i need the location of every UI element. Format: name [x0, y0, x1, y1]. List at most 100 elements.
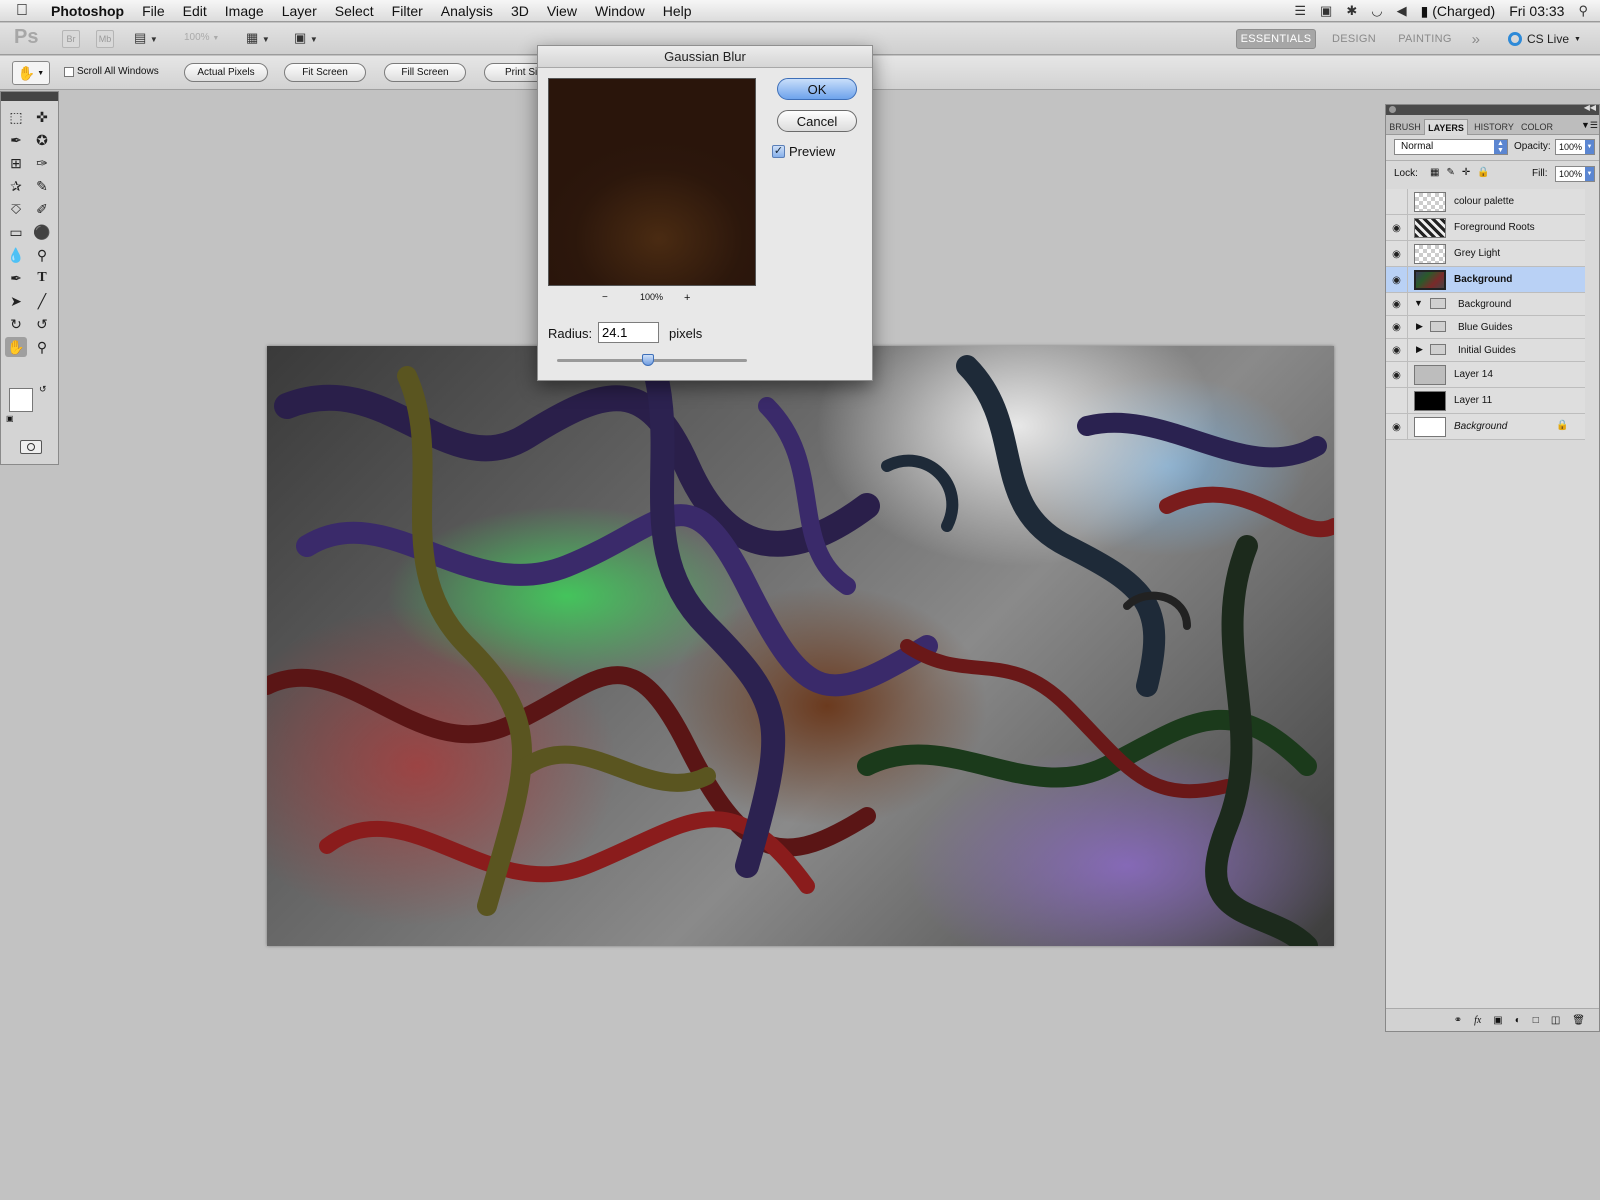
preview-zoom-out-button[interactable]: −	[602, 292, 608, 303]
actual-pixels-button[interactable]: Actual Pixels	[184, 63, 268, 82]
move-tool-icon[interactable]: ✜	[31, 107, 53, 127]
magic-wand-tool-icon[interactable]: ✪	[31, 130, 53, 150]
opacity-input[interactable]: 100% ▼	[1555, 139, 1595, 155]
type-tool-icon[interactable]: T	[31, 268, 53, 288]
bridge-button[interactable]: Br	[62, 30, 80, 48]
view-extras-menu[interactable]: ▤ ▼	[134, 30, 166, 48]
layer-visibility-toggle[interactable]: ◉	[1386, 293, 1408, 316]
layer-row[interactable]: Layer 11	[1386, 388, 1585, 414]
dialog-title[interactable]: Gaussian Blur	[538, 46, 872, 68]
eraser-tool-icon[interactable]: ▭	[5, 222, 27, 242]
tools-panel-header[interactable]	[1, 92, 58, 101]
menu-image[interactable]: Image	[216, 3, 273, 19]
ok-button[interactable]: OK	[777, 78, 857, 100]
tab-color[interactable]: COLOR	[1516, 119, 1558, 135]
blend-mode-select[interactable]: Normal ▲ ▼	[1394, 139, 1508, 155]
zoom-tool-icon[interactable]: ⚲	[31, 337, 53, 357]
dodge-tool-icon[interactable]: ⚲	[31, 245, 53, 265]
clock[interactable]: Fri 03:33	[1509, 3, 1564, 19]
blur-tool-icon[interactable]: 💧	[5, 245, 27, 265]
add-mask-icon[interactable]: ▣	[1493, 1015, 1502, 1026]
bluetooth-icon[interactable]: ✱	[1346, 3, 1357, 19]
group-collapsed-arrow-icon[interactable]: ▶	[1416, 344, 1423, 355]
radius-input[interactable]	[598, 322, 659, 343]
panel-menu-icon[interactable]: ▼☰	[1581, 120, 1598, 131]
clone-stamp-tool-icon[interactable]: ⎏	[5, 199, 27, 219]
tab-brush[interactable]: BRUSH	[1388, 119, 1422, 135]
preview-zoom-in-button[interactable]: +	[684, 292, 690, 304]
layer-visibility-toggle[interactable]: ◉	[1386, 267, 1408, 293]
layer-visibility-toggle[interactable]: ◉	[1386, 414, 1408, 440]
blur-preview-image[interactable]	[548, 78, 756, 286]
layer-visibility-toggle[interactable]: ◉	[1386, 362, 1408, 388]
foreground-color-swatch[interactable]	[9, 388, 33, 412]
quick-mask-button[interactable]	[20, 440, 42, 454]
paint-bucket-tool-icon[interactable]: ⚫	[31, 222, 53, 242]
layer-row[interactable]: ◉ Grey Light	[1386, 241, 1585, 267]
layer-style-icon[interactable]: fx	[1474, 1015, 1481, 1026]
menu-extras-icon[interactable]: ☰	[1294, 3, 1306, 19]
3d-rotate-tool-icon[interactable]: ↻	[5, 314, 27, 334]
cs-live-button[interactable]: CS Live ▼	[1508, 29, 1592, 49]
menu-window[interactable]: Window	[586, 3, 654, 19]
swap-colors-icon[interactable]: ↺	[39, 384, 47, 395]
tab-history[interactable]: HISTORY	[1472, 119, 1516, 135]
menu-analysis[interactable]: Analysis	[432, 3, 502, 19]
tool-preset-picker[interactable]: ✋ ▼	[12, 61, 50, 85]
mini-bridge-button[interactable]: Mb	[96, 30, 114, 48]
layer-row[interactable]: colour palette	[1386, 189, 1585, 215]
volume-icon[interactable]: ◀	[1397, 3, 1407, 19]
layer-group-row[interactable]: ◉ ▶ Blue Guides	[1386, 316, 1585, 339]
preview-option[interactable]: ✓ Preview	[772, 144, 835, 159]
layer-visibility-toggle[interactable]: ◉	[1386, 241, 1408, 267]
more-workspaces-button[interactable]: »	[1466, 29, 1486, 49]
3d-orbit-tool-icon[interactable]: ↺	[31, 314, 53, 334]
layer-row[interactable]: ◉ Foreground Roots	[1386, 215, 1585, 241]
layer-visibility-toggle[interactable]: ◉	[1386, 215, 1408, 241]
cancel-button[interactable]: Cancel	[777, 110, 857, 132]
brush-tool-icon[interactable]: ✎	[31, 176, 53, 196]
group-expanded-arrow-icon[interactable]: ▼	[1414, 298, 1423, 308]
new-group-icon[interactable]: □	[1533, 1015, 1539, 1026]
new-layer-icon[interactable]: ◫	[1551, 1015, 1560, 1026]
apple-icon[interactable]: 	[16, 2, 42, 20]
radius-slider-track[interactable]	[557, 354, 747, 366]
scroll-all-windows-checkbox[interactable]	[64, 66, 74, 77]
fill-input[interactable]: 100% ▼	[1555, 166, 1595, 182]
layer-group-row[interactable]: ◉ ▼ Background	[1386, 293, 1585, 316]
trash-icon[interactable]: 🗑	[1572, 1015, 1585, 1026]
lock-pixels-icon[interactable]: ✎	[1446, 167, 1454, 178]
layer-group-row[interactable]: ◉ ▶ Initial Guides	[1386, 339, 1585, 362]
default-colors-icon[interactable]: ▣	[6, 414, 14, 423]
menu-file[interactable]: File	[133, 3, 174, 19]
menu-filter[interactable]: Filter	[383, 3, 432, 19]
path-selection-tool-icon[interactable]: ➤	[5, 291, 27, 311]
menu-edit[interactable]: Edit	[174, 3, 216, 19]
screen-mode-menu[interactable]: ▣ ▼	[294, 30, 328, 48]
lock-all-icon[interactable]: 🔒	[1477, 167, 1489, 178]
layer-visibility-toggle[interactable]	[1386, 189, 1408, 215]
tab-layers[interactable]: LAYERS	[1424, 119, 1468, 135]
lock-position-icon[interactable]: ✛	[1462, 167, 1470, 178]
collapse-panel-icon[interactable]: ◀◀	[1584, 103, 1596, 112]
menu-select[interactable]: Select	[326, 3, 383, 19]
workspace-painting[interactable]: PAINTING	[1392, 29, 1458, 49]
spotlight-search-icon[interactable]: ⚲	[1578, 3, 1588, 19]
menu-layer[interactable]: Layer	[273, 3, 326, 19]
wifi-icon[interactable]: ◡	[1371, 3, 1382, 19]
layers-panel-header[interactable]: ◀◀	[1386, 103, 1599, 115]
lasso-tool-icon[interactable]: ✒	[5, 130, 27, 150]
pen-tool-icon[interactable]: ✒	[5, 268, 27, 288]
fit-screen-button[interactable]: Fit Screen	[284, 63, 366, 82]
menu-view[interactable]: View	[538, 3, 586, 19]
history-brush-tool-icon[interactable]: ✐	[31, 199, 53, 219]
workspace-design[interactable]: DESIGN	[1326, 29, 1382, 49]
line-tool-icon[interactable]: ╱	[31, 291, 53, 311]
radius-slider-thumb[interactable]	[642, 354, 655, 366]
layer-row-selected[interactable]: ◉ Background	[1386, 267, 1585, 293]
link-layers-icon[interactable]: ⚭	[1454, 1015, 1462, 1026]
menu-3d[interactable]: 3D	[502, 3, 538, 19]
close-panel-icon[interactable]	[1389, 106, 1396, 113]
scroll-all-windows-option[interactable]: Scroll All Windows	[64, 66, 159, 77]
healing-brush-tool-icon[interactable]: ✰	[5, 176, 27, 196]
